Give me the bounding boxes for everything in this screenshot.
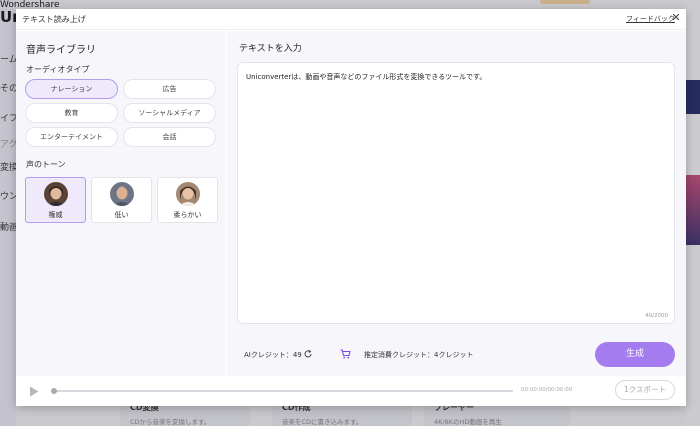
close-icon[interactable]: ✕ (670, 12, 682, 24)
audio-type-label: オーディオタイプ (26, 65, 90, 74)
voice-library-title: 音声ライブラリ (26, 45, 96, 56)
audio-player: 00:00:00/00:00:00 1クスポート (16, 376, 686, 406)
dialog-titlebar: テキスト読み上げ フィードバック ✕ (16, 9, 686, 30)
audio-type-narration[interactable]: ナレーション (25, 79, 118, 99)
voice-tone-name: 低い (114, 211, 129, 219)
avatar (176, 182, 200, 206)
text-input-content: Uniconverterは、動画や音声などのファイル形式を変換できるツールです。 (246, 73, 487, 81)
audio-type-entertainment[interactable]: エンターテイメント (25, 127, 118, 147)
playback-scrubber-handle[interactable] (51, 388, 57, 394)
refresh-icon[interactable] (303, 349, 313, 359)
voice-tone-low[interactable]: 低い (91, 177, 152, 223)
generate-button[interactable]: 生成 (595, 342, 675, 367)
character-counter: 40/2000 (645, 313, 668, 319)
audio-type-social-media[interactable]: ソーシャルメディア (123, 103, 216, 123)
voice-tone-soft[interactable]: 柔らかい (157, 177, 218, 223)
text-input-title: テキストを入力 (239, 44, 302, 54)
text-to-speech-dialog: テキスト読み上げ フィードバック ✕ 音声ライブラリ オーディオタイプ ナレーシ… (16, 9, 686, 406)
audio-type-education[interactable]: 教育 (25, 103, 118, 123)
voice-tone-label: 声のトーン (26, 160, 66, 169)
text-input-panel: テキストを入力 Uniconverterは、動画や音声などのファイル形式を変換で… (227, 31, 686, 376)
voice-tone-authoritative[interactable]: 権威 (25, 177, 86, 223)
voice-library-panel: 音声ライブラリ オーディオタイプ ナレーション 広告 教育 ソーシャルメディア … (16, 31, 226, 376)
avatar (110, 182, 134, 206)
text-input-field[interactable]: Uniconverterは、動画や音声などのファイル形式を変換できるツールです。… (237, 62, 675, 324)
avatar (44, 182, 68, 206)
play-icon[interactable] (29, 386, 39, 397)
audio-type-conversation[interactable]: 会話 (123, 127, 216, 147)
voice-tone-name: 権威 (48, 211, 63, 219)
voice-tone-name: 柔らかい (173, 211, 202, 219)
cart-icon[interactable] (340, 349, 351, 359)
estimated-credit-label: 推定消費クレジット：4クレジット (364, 351, 474, 359)
export-button[interactable]: 1クスポート (615, 380, 675, 400)
feedback-link[interactable]: フィードバック (626, 14, 675, 24)
playback-progress-bar[interactable] (51, 388, 513, 394)
dialog-title: テキスト読み上げ (22, 15, 86, 24)
playback-time: 00:00:00/00:00:00 (521, 387, 573, 393)
ai-credit-label: AIクレジット：49 (244, 351, 302, 359)
audio-type-advertising[interactable]: 広告 (123, 79, 216, 99)
